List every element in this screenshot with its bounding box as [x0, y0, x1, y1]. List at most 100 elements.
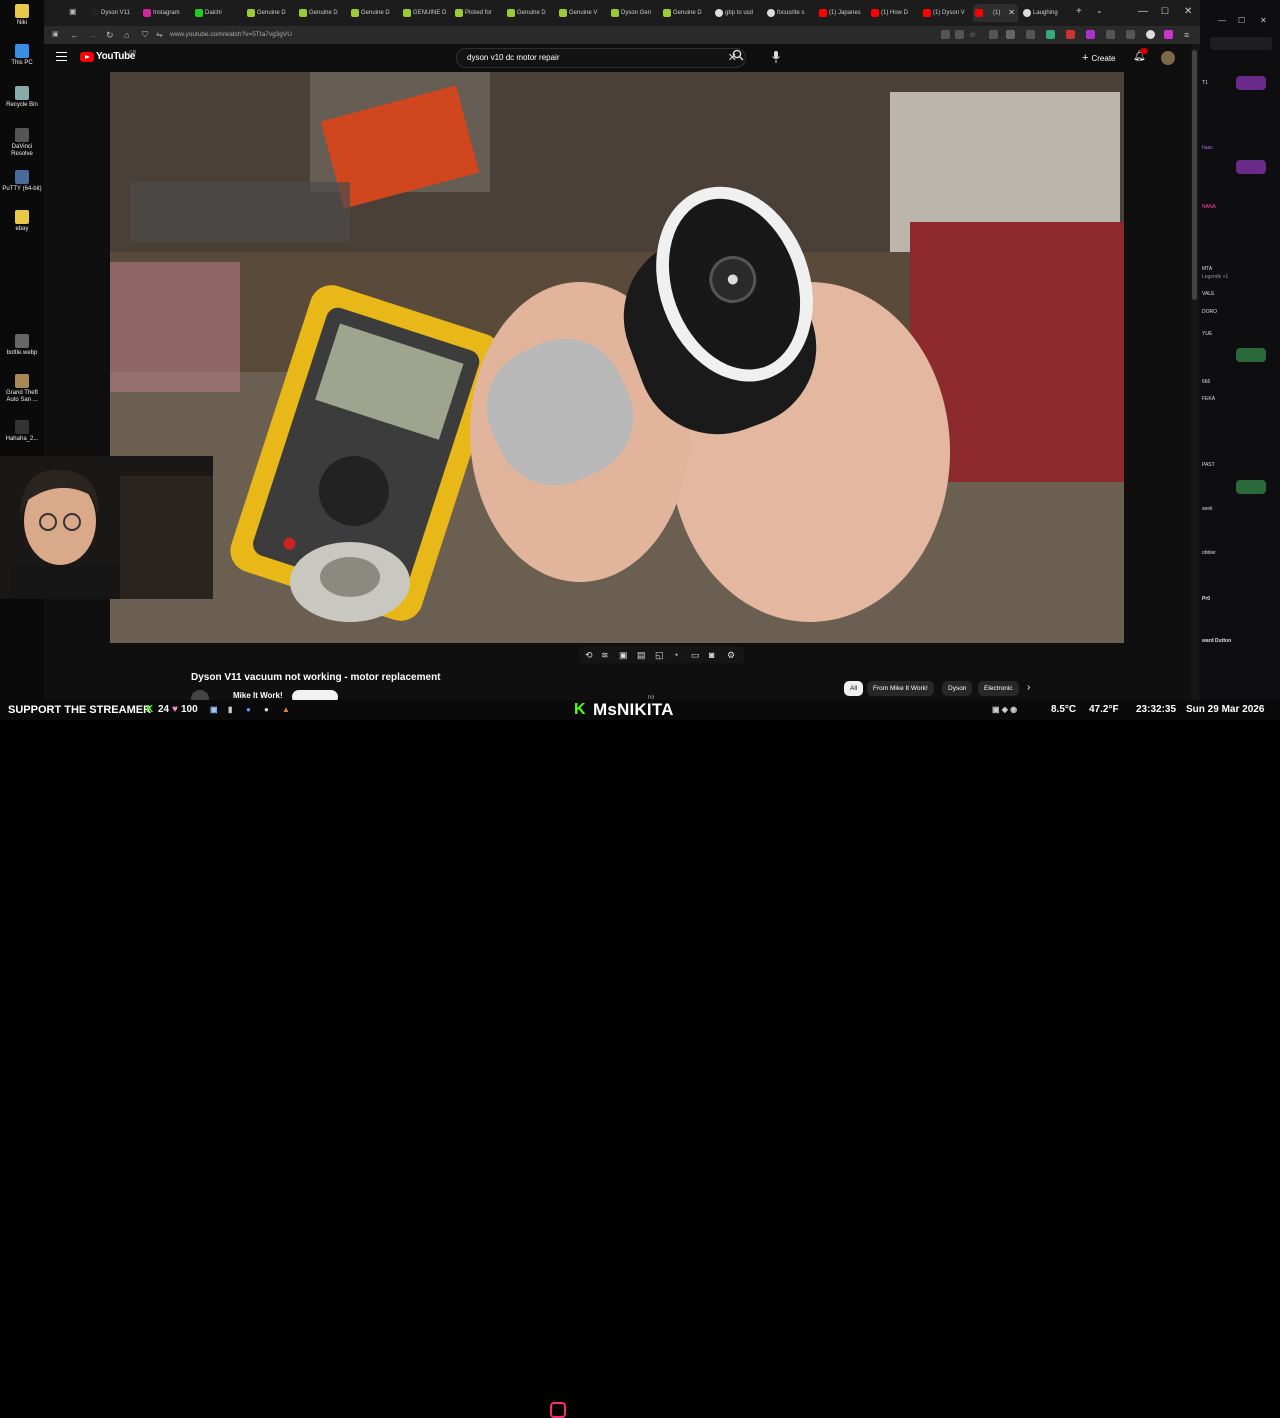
tab-genuine-2[interactable]: Genuine D: [297, 4, 345, 22]
tab-dyson-gen[interactable]: Dyson Gen: [609, 4, 657, 22]
chip-dyson[interactable]: Dyson: [942, 681, 973, 696]
extension-icon[interactable]: [941, 30, 950, 39]
tab-picked-for[interactable]: Picked for: [453, 4, 501, 22]
forward-icon[interactable]: →: [88, 29, 97, 41]
sidebar-toggle-icon[interactable]: ▣: [52, 29, 59, 41]
miniplayer-icon[interactable]: ◱: [655, 649, 664, 661]
tab-how-d[interactable]: (1) How D: [869, 4, 917, 22]
chat-badge: [1236, 348, 1266, 362]
chat-message: Pr0: [1202, 596, 1211, 602]
extension-icon[interactable]: [1086, 30, 1095, 39]
download-icon[interactable]: [989, 30, 998, 39]
back-icon[interactable]: ←: [70, 29, 79, 41]
chip-electronic[interactable]: Electronic: [978, 681, 1019, 696]
extension-icon[interactable]: [1164, 30, 1173, 39]
taskbar-app-icon[interactable]: ●: [246, 703, 251, 717]
chevron-down-icon[interactable]: ⌄: [1096, 6, 1103, 15]
tab-gbp-usd[interactable]: gbp to usd: [713, 4, 761, 22]
extension-icon[interactable]: [1066, 30, 1075, 39]
channel-name[interactable]: Mike It Work!: [233, 691, 283, 700]
tab-japanese[interactable]: (1) Japanes: [817, 4, 865, 22]
davinci-icon: [15, 128, 29, 142]
tab-dyson-v[interactable]: (1) Dyson V: [921, 4, 969, 22]
new-tab-icon[interactable]: +: [1076, 6, 1082, 17]
desktop-icon-niki[interactable]: Niki: [2, 4, 42, 27]
tab-genuine-4[interactable]: GENUINE D: [401, 4, 449, 22]
video-player[interactable]: [110, 72, 1124, 643]
star-icon[interactable]: ☆: [969, 30, 978, 39]
subtitles-icon[interactable]: ▤: [637, 649, 646, 661]
youtube-logo-icon[interactable]: [80, 52, 94, 62]
minimize-icon[interactable]: —: [1218, 16, 1226, 25]
tab-dyson-v11[interactable]: Dyson V11: [89, 4, 137, 22]
tab-genuine-5[interactable]: Genuine D: [505, 4, 553, 22]
tab-genuine-6[interactable]: Genuine V: [557, 4, 605, 22]
taskbar-app-icon[interactable]: ▣: [210, 703, 218, 717]
desktop-icon-this-pc[interactable]: This PC: [2, 44, 42, 67]
theater-icon[interactable]: ▭: [691, 649, 700, 661]
extension-icon[interactable]: [955, 30, 964, 39]
desktop-icon-gta[interactable]: Grand Theft Auto San ...: [2, 374, 42, 404]
scrollbar-thumb[interactable]: [1192, 50, 1197, 300]
desktop-icon-ebay[interactable]: ebay: [2, 210, 42, 233]
tab-laughing[interactable]: Laughing: [1021, 4, 1071, 22]
tab-instagram[interactable]: Instagram: [141, 4, 189, 22]
chip-from-channel[interactable]: From Mike It Work!: [867, 681, 934, 696]
close-window-icon[interactable]: ✕: [1260, 16, 1267, 25]
putty-icon: [15, 170, 29, 184]
avatar[interactable]: [1161, 51, 1175, 65]
chat-badge: [1236, 160, 1266, 174]
tab-daichi[interactable]: Daichi: [193, 4, 241, 22]
search-icon[interactable]: [732, 49, 744, 64]
home-icon[interactable]: ⌂: [124, 29, 129, 41]
extension-icon[interactable]: [1126, 30, 1135, 39]
autoplay-icon[interactable]: ▣: [619, 649, 628, 661]
audio-track-icon[interactable]: ≋: [601, 649, 609, 661]
taskbar-app-icon[interactable]: ●: [264, 703, 269, 717]
extension-icon[interactable]: [1026, 30, 1035, 39]
menu-icon[interactable]: ≡: [1184, 29, 1189, 41]
close-window-icon[interactable]: ✕: [1184, 6, 1192, 17]
maximize-icon[interactable]: ☐: [1238, 16, 1245, 25]
taskbar-app-icon[interactable]: ▮: [228, 703, 232, 717]
chevron-right-icon[interactable]: ›: [1027, 682, 1030, 693]
minimize-icon[interactable]: —: [1138, 6, 1148, 17]
tray-icons[interactable]: ▣ ◆ ◉: [992, 703, 1017, 717]
close-tab-icon[interactable]: ✕: [1008, 4, 1015, 22]
chip-all[interactable]: All: [844, 681, 864, 696]
loop-icon[interactable]: ⟲: [585, 649, 593, 661]
taskbar-app-icon[interactable]: ▲: [282, 703, 290, 717]
profile-icon[interactable]: [1146, 30, 1155, 39]
screenshot-icon[interactable]: ◙: [709, 649, 714, 661]
tab-actions-icon[interactable]: ▣: [69, 6, 77, 18]
image-file-icon: [15, 334, 29, 348]
tab-genuine-3[interactable]: Genuine D: [349, 4, 397, 22]
extension-icon[interactable]: [1106, 30, 1115, 39]
chat-search-input[interactable]: [1210, 37, 1272, 50]
hamburger-menu-icon[interactable]: [56, 52, 67, 61]
shield-icon[interactable]: ⛉: [142, 29, 148, 41]
tab-genuine-1[interactable]: Genuine D: [245, 4, 293, 22]
tab-bar: ▣ Dyson V11 Instagram Daichi Genuine D G…: [44, 0, 1200, 26]
site-settings-icon[interactable]: ⇋: [156, 29, 163, 41]
speed-icon[interactable]: ◔: [673, 649, 678, 661]
url-field[interactable]: www.youtube.com/watch?v=5Tta7vg3gVU: [170, 29, 292, 41]
tab-active[interactable]: (1) ✕: [973, 4, 1018, 22]
create-button[interactable]: + Create: [1082, 52, 1116, 64]
desktop-icon-recycle-bin[interactable]: Recycle Bin: [2, 86, 42, 109]
desktop-icon-putty[interactable]: PuTTY (64-bit): [2, 170, 42, 193]
extension-icon[interactable]: [1046, 30, 1055, 39]
tab-genuine-7[interactable]: Genuine D: [661, 4, 709, 22]
extension-icon[interactable]: [1006, 30, 1015, 39]
settings-gear-icon[interactable]: ⚙: [727, 649, 735, 661]
reload-icon[interactable]: ↻: [106, 29, 114, 41]
search-input[interactable]: dyson v10 dc motor repair: [467, 53, 560, 62]
desktop-icon-bottle[interactable]: bottle.webp: [2, 334, 42, 357]
tab-favicon-icon: [351, 9, 359, 17]
desktop-icon-hahaha[interactable]: Hahaha_2...: [2, 420, 42, 443]
maximize-icon[interactable]: ☐: [1161, 6, 1169, 17]
tab-focusrite[interactable]: focusrite s: [765, 4, 813, 22]
desktop-icon-davinci[interactable]: DaVinci Resolve: [2, 128, 42, 158]
search-box[interactable]: dyson v10 dc motor repair ✕: [456, 48, 746, 68]
microphone-icon[interactable]: [771, 50, 781, 64]
